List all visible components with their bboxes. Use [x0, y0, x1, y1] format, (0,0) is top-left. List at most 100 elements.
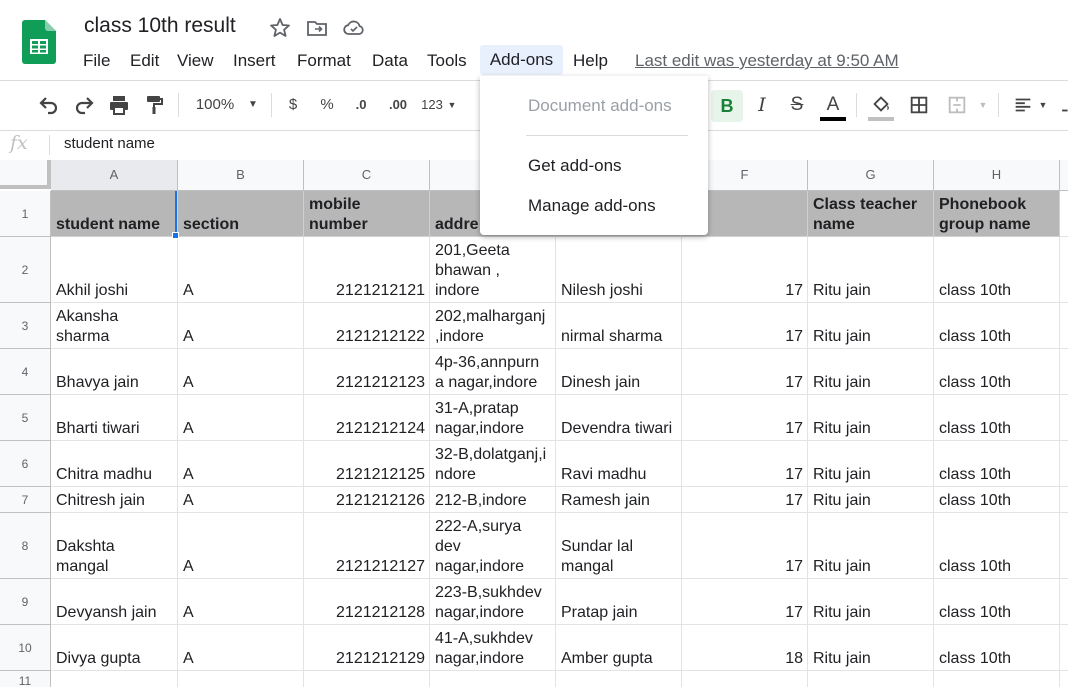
cell-f11[interactable] — [682, 671, 808, 687]
align-dropdown-icon[interactable]: ▼ — [1036, 92, 1050, 118]
row-header-8[interactable]: 8 — [0, 513, 51, 579]
row-header-3[interactable]: 3 — [0, 303, 51, 349]
cell-i8[interactable] — [1060, 513, 1068, 579]
cell-e2[interactable]: Nilesh joshi — [556, 237, 682, 303]
row-header-11[interactable]: 11 — [0, 671, 51, 687]
cell-c4[interactable]: 2121212123 — [304, 349, 430, 395]
column-header-c[interactable]: C — [304, 160, 430, 191]
cell-h5[interactable]: class 10th — [934, 395, 1060, 441]
cell-c8[interactable]: 2121212127 — [304, 513, 430, 579]
increase-decimal-button[interactable]: .00 — [384, 92, 412, 118]
merge-cells-icon[interactable] — [944, 92, 970, 118]
menu-format[interactable]: Format — [291, 50, 357, 74]
cell-h9[interactable]: class 10th — [934, 579, 1060, 625]
cell-f2[interactable]: 17 — [682, 237, 808, 303]
zoom-dropdown-icon[interactable]: ▼ — [245, 92, 261, 118]
zoom-select[interactable]: 100% — [190, 92, 240, 118]
menu-insert[interactable]: Insert — [227, 50, 282, 74]
column-header-h[interactable]: H — [934, 160, 1060, 191]
cell-h11[interactable] — [934, 671, 1060, 687]
cell-i4[interactable] — [1060, 349, 1068, 395]
cell-b5[interactable]: A — [178, 395, 304, 441]
fill-color-icon[interactable] — [868, 92, 894, 118]
more-formats-button[interactable]: 123 — [418, 92, 446, 118]
vertical-align-icon[interactable] — [1058, 92, 1068, 118]
text-color-icon[interactable]: A — [820, 92, 846, 118]
cell-e5[interactable]: Devendra tiwari — [556, 395, 682, 441]
cell-e7[interactable]: Ramesh jain — [556, 487, 682, 513]
menu-help[interactable]: Help — [567, 50, 614, 74]
row-header-7[interactable]: 7 — [0, 487, 51, 513]
cell-e6[interactable]: Ravi madhu — [556, 441, 682, 487]
cell-g1[interactable]: Class teacher name — [808, 191, 934, 237]
cell-a7[interactable]: Chitresh jain — [51, 487, 178, 513]
cell-h7[interactable]: class 10th — [934, 487, 1060, 513]
cell-d6[interactable]: 32-B,dolatganj,i ndore — [430, 441, 556, 487]
cell-i2[interactable] — [1060, 237, 1068, 303]
cell-i5[interactable] — [1060, 395, 1068, 441]
cell-i6[interactable] — [1060, 441, 1068, 487]
cell-i9[interactable] — [1060, 579, 1068, 625]
cell-a11[interactable] — [51, 671, 178, 687]
column-header-i[interactable] — [1060, 160, 1068, 191]
row-header-2[interactable]: 2 — [0, 237, 51, 303]
cell-h2[interactable]: class 10th — [934, 237, 1060, 303]
cell-g4[interactable]: Ritu jain — [808, 349, 934, 395]
cell-g6[interactable]: Ritu jain — [808, 441, 934, 487]
cell-i3[interactable] — [1060, 303, 1068, 349]
italic-icon[interactable]: I — [750, 92, 774, 118]
format-currency-button[interactable]: $ — [282, 92, 304, 118]
cell-f9[interactable]: 17 — [682, 579, 808, 625]
cell-i1[interactable] — [1060, 191, 1068, 237]
cell-b11[interactable] — [178, 671, 304, 687]
cell-c7[interactable]: 2121212126 — [304, 487, 430, 513]
cell-b10[interactable]: A — [178, 625, 304, 671]
cell-c10[interactable]: 2121212129 — [304, 625, 430, 671]
cell-c2[interactable]: 2121212121 — [304, 237, 430, 303]
cell-a8[interactable]: Dakshta mangal — [51, 513, 178, 579]
cell-b4[interactable]: A — [178, 349, 304, 395]
row-header-6[interactable]: 6 — [0, 441, 51, 487]
cell-c9[interactable]: 2121212128 — [304, 579, 430, 625]
borders-icon[interactable] — [906, 92, 932, 118]
cell-g10[interactable]: Ritu jain — [808, 625, 934, 671]
cell-a2[interactable]: Akhil joshi — [51, 237, 178, 303]
cell-b8[interactable]: A — [178, 513, 304, 579]
row-header-9[interactable]: 9 — [0, 579, 51, 625]
cell-c11[interactable] — [304, 671, 430, 687]
merge-dropdown-icon[interactable]: ▼ — [976, 92, 990, 118]
cell-d3[interactable]: 202,malharganj ,indore — [430, 303, 556, 349]
cell-d8[interactable]: 222-A,surya dev nagar,indore — [430, 513, 556, 579]
cell-g3[interactable]: Ritu jain — [808, 303, 934, 349]
cell-a5[interactable]: Bharti tiwari — [51, 395, 178, 441]
cell-f7[interactable]: 17 — [682, 487, 808, 513]
format-percent-button[interactable]: % — [316, 92, 338, 118]
last-edit-link[interactable]: Last edit was yesterday at 9:50 AM — [635, 50, 899, 72]
cell-h8[interactable]: class 10th — [934, 513, 1060, 579]
menu-edit[interactable]: Edit — [124, 50, 165, 74]
cell-b9[interactable]: A — [178, 579, 304, 625]
cell-e10[interactable]: Amber gupta — [556, 625, 682, 671]
cell-b3[interactable]: A — [178, 303, 304, 349]
cell-d2[interactable]: 201,Geeta bhawan , indore — [430, 237, 556, 303]
cell-g5[interactable]: Ritu jain — [808, 395, 934, 441]
cell-f4[interactable]: 17 — [682, 349, 808, 395]
row-header-1[interactable]: 1 — [0, 191, 51, 237]
cell-i7[interactable] — [1060, 487, 1068, 513]
cell-c3[interactable]: 2121212122 — [304, 303, 430, 349]
menu-tools[interactable]: Tools — [421, 50, 473, 74]
cell-h1[interactable]: Phonebook group name — [934, 191, 1060, 237]
cell-a4[interactable]: Bhavya jain — [51, 349, 178, 395]
cell-d5[interactable]: 31-A,pratap nagar,indore — [430, 395, 556, 441]
horizontal-align-icon[interactable] — [1010, 92, 1036, 118]
cell-g7[interactable]: Ritu jain — [808, 487, 934, 513]
cell-f5[interactable]: 17 — [682, 395, 808, 441]
bold-button[interactable]: B — [711, 90, 743, 122]
menu-view[interactable]: View — [171, 50, 220, 74]
select-all-corner[interactable] — [0, 160, 51, 189]
decrease-decimal-button[interactable]: .0 — [350, 92, 372, 118]
cell-e9[interactable]: Pratap jain — [556, 579, 682, 625]
cell-i10[interactable] — [1060, 625, 1068, 671]
menu-item-get-add-ons[interactable]: Get add-ons — [480, 148, 708, 184]
row-header-4[interactable]: 4 — [0, 349, 51, 395]
